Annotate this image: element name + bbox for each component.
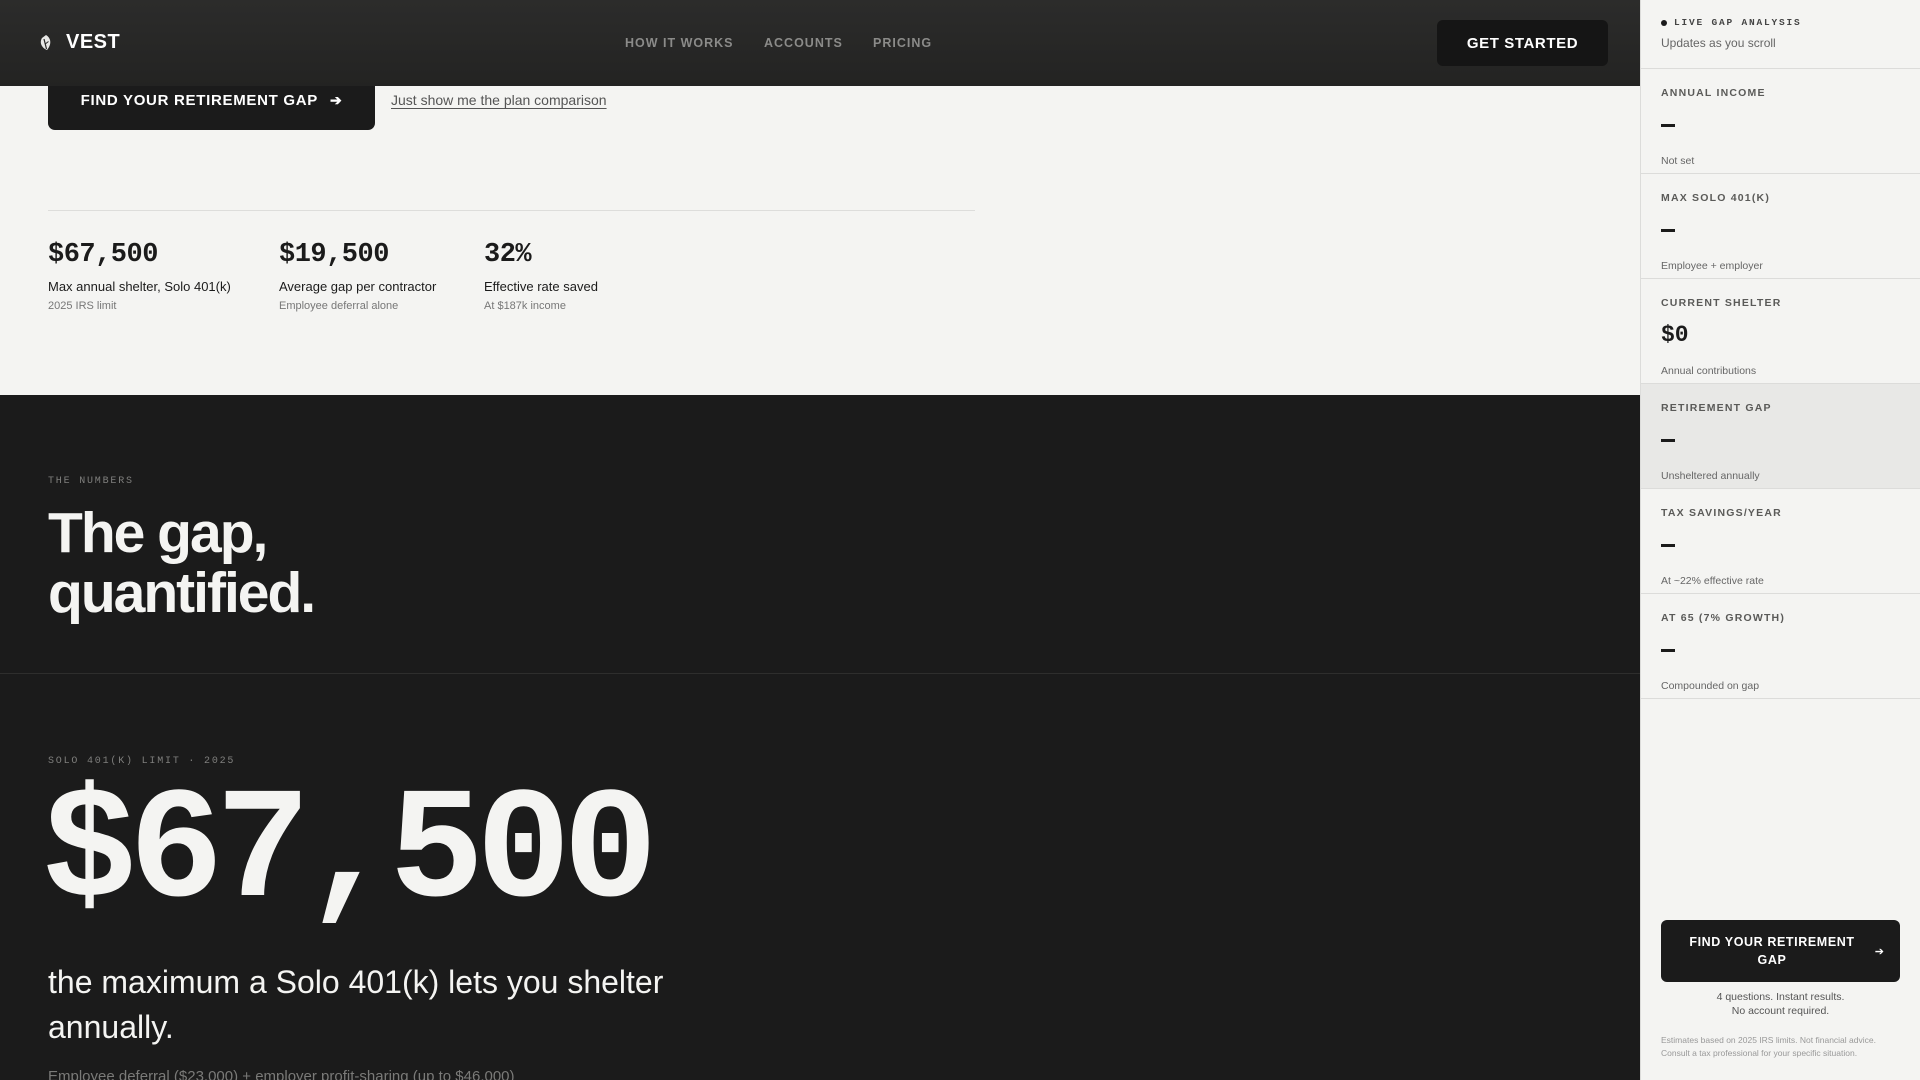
- empty-dash-icon: [1661, 228, 1675, 232]
- metric-value: [1661, 424, 1920, 456]
- note-line: 4 questions. Instant results.: [1716, 991, 1845, 1003]
- metric-label: ANNUAL INCOME: [1661, 87, 1766, 99]
- stat-label: Max annual shelter, Solo 401(k): [48, 279, 231, 294]
- metric-tax-savings: TAX SAVINGS/YEAR At ~22% effective rate: [1641, 489, 1920, 594]
- metric-annual-income: ANNUAL INCOME Not set: [1641, 69, 1920, 174]
- stat-sub: Employee deferral alone: [279, 300, 399, 312]
- limit-big-value: $67,500: [42, 764, 658, 943]
- metric-at-65: AT 65 (7% GROWTH) Compounded on gap: [1641, 594, 1920, 699]
- stat-value: $67,500: [48, 240, 158, 270]
- stat-label: Effective rate saved: [484, 279, 598, 294]
- stat-label: Average gap per contractor: [279, 279, 437, 294]
- sidebar-find-gap-button[interactable]: FIND YOUR RETIREMENT GAP ➔: [1661, 920, 1900, 982]
- live-subtitle: Updates as you scroll: [1661, 36, 1776, 50]
- empty-dash-icon: [1661, 123, 1675, 127]
- empty-dash-icon: [1661, 543, 1675, 547]
- arrow-right-icon: ➔: [329, 92, 343, 108]
- metric-value: [1661, 214, 1920, 246]
- numbers-heading: The gap, quantified.: [48, 501, 316, 625]
- empty-dash-icon: [1661, 438, 1675, 442]
- heading-line: The gap,: [48, 501, 268, 565]
- metric-sub: Not set: [1661, 155, 1695, 167]
- sidebar-cta-label: FIND YOUR RETIREMENT GAP: [1689, 935, 1855, 967]
- stat-rate-saved: 32% Effective rate saved At $187k income: [484, 240, 598, 312]
- nav-how-it-works[interactable]: HOW IT WORKS: [625, 36, 734, 50]
- numbers-eyebrow: THE NUMBERS: [48, 476, 134, 487]
- empty-dash-icon: [1661, 648, 1675, 652]
- disclaimer-line: Consult a tax professional for your spec…: [1661, 1048, 1858, 1058]
- sidebar-disclaimer: Estimates based on 2025 IRS limits. Not …: [1661, 1034, 1906, 1060]
- heading-line: quantified.: [48, 561, 316, 625]
- metric-value: $0: [1661, 322, 1689, 348]
- limit-description: the maximum a Solo 401(k) lets you shelt…: [48, 964, 664, 1045]
- metric-current-shelter: CURRENT SHELTER $0 Annual contributions: [1641, 279, 1920, 384]
- stat-value: 32%: [484, 240, 532, 270]
- metric-max-solo-401k: MAX SOLO 401(K) Employee + employer: [1641, 174, 1920, 279]
- limit-footnote: Employee deferral ($23,000) + employer p…: [48, 1068, 515, 1080]
- live-gap-sidebar: LIVE GAP ANALYSIS Updates as you scroll …: [1640, 0, 1920, 1080]
- stat-value: $19,500: [279, 240, 389, 270]
- arrow-right-icon: ➔: [1874, 945, 1884, 958]
- metric-label: TAX SAVINGS/YEAR: [1661, 507, 1782, 519]
- metric-value: [1661, 634, 1920, 666]
- live-title: LIVE GAP ANALYSIS: [1661, 17, 1920, 28]
- plan-comparison-link[interactable]: Just show me the plan comparison: [391, 92, 607, 108]
- stat-sub: 2025 IRS limit: [48, 300, 117, 312]
- divider: [48, 210, 975, 211]
- note-line: No account required.: [1731, 1005, 1830, 1017]
- find-gap-button-label: FIND YOUR RETIREMENT GAP: [80, 92, 318, 109]
- metric-label: MAX SOLO 401(K): [1661, 192, 1771, 204]
- nav-pricing[interactable]: PRICING: [873, 36, 932, 50]
- metric-retirement-gap: RETIREMENT GAP Unsheltered annually: [1641, 384, 1920, 489]
- metric-value: [1661, 529, 1920, 561]
- leaf-logo-icon: [40, 34, 51, 50]
- metric-sub: Employee + employer: [1661, 260, 1763, 272]
- sidebar-header: LIVE GAP ANALYSIS Updates as you scroll: [1641, 0, 1920, 69]
- stat-average-gap: $19,500 Average gap per contractor Emplo…: [279, 240, 436, 312]
- section-divider: [0, 673, 1640, 674]
- brand-name: VEST: [66, 31, 121, 53]
- metric-label: RETIREMENT GAP: [1661, 402, 1772, 414]
- metric-sub: Compounded on gap: [1661, 680, 1760, 692]
- get-started-button[interactable]: GET STARTED: [1437, 20, 1608, 66]
- logo[interactable]: VEST: [38, 31, 120, 54]
- sidebar-note: 4 questions. Instant results. No account…: [1661, 990, 1900, 1018]
- metric-label: AT 65 (7% GROWTH): [1661, 612, 1786, 624]
- metric-sub: Annual contributions: [1661, 365, 1757, 377]
- live-title-text: LIVE GAP ANALYSIS: [1674, 17, 1802, 28]
- metric-label: CURRENT SHELTER: [1661, 297, 1782, 309]
- metric-sub: At ~22% effective rate: [1661, 575, 1764, 587]
- metric-value: [1661, 109, 1920, 141]
- stat-sub: At $187k income: [484, 300, 566, 312]
- live-dot-icon: [1661, 19, 1667, 26]
- nav-accounts[interactable]: ACCOUNTS: [764, 36, 843, 50]
- stat-max-shelter: $67,500 Max annual shelter, Solo 401(k) …: [48, 240, 231, 312]
- main-content: FIND YOUR RETIREMENT GAP ➔ Just show me …: [0, 0, 1640, 1080]
- top-nav: VEST HOW IT WORKS ACCOUNTS PRICING GET S…: [0, 0, 1640, 86]
- disclaimer-line: Estimates based on 2025 IRS limits. Not …: [1661, 1035, 1876, 1045]
- metric-sub: Unsheltered annually: [1661, 470, 1760, 482]
